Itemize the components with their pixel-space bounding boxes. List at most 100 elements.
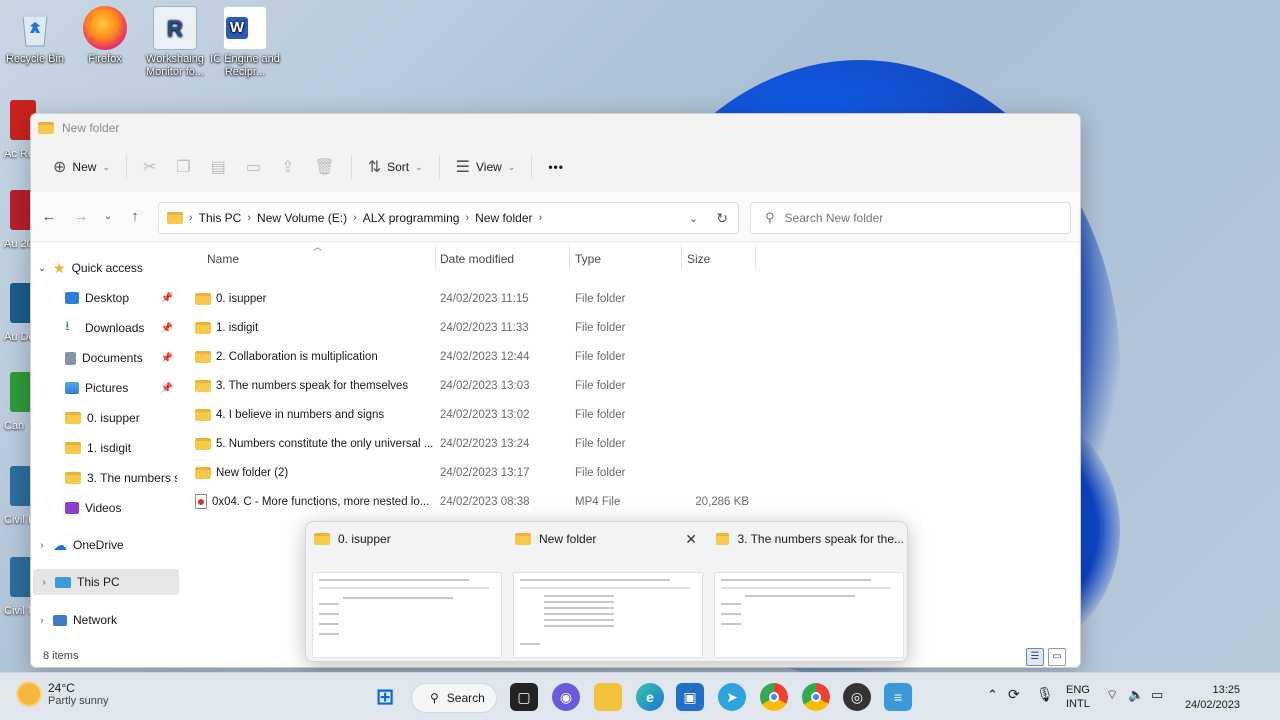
edge-button[interactable]: e: [636, 683, 664, 711]
address-history-chevron-icon[interactable]: ⌄: [689, 212, 698, 225]
show-hidden-icons-button[interactable]: ⌃: [987, 687, 998, 703]
language-switcher[interactable]: ENG INTL: [1066, 683, 1090, 711]
sidebar-item-numbers-speak[interactable]: 3. The numbers sp: [31, 465, 177, 491]
breadcrumb-new-folder[interactable]: New folder: [475, 211, 532, 225]
delete-button[interactable]: 🗑: [304, 151, 344, 183]
view-button[interactable]: ☰ View ⌄: [446, 151, 526, 183]
rename-button[interactable]: ▭: [236, 151, 271, 183]
file-name: 1. isdigit: [216, 321, 259, 334]
thumbnail-isupper[interactable]: 0. isupper: [306, 522, 506, 663]
arrow-left-icon: ←: [41, 208, 57, 225]
column-divider[interactable]: [435, 245, 436, 269]
column-divider[interactable]: [755, 245, 756, 269]
close-icon[interactable]: ✕: [685, 531, 697, 548]
file-row[interactable]: 0x04. C - More functions, more nested lo…: [195, 487, 755, 516]
pin-icon[interactable]: 📌: [161, 383, 173, 394]
address-bar[interactable]: › This PC › New Volume (E:) › ALX progra…: [158, 202, 739, 234]
start-button[interactable]: ⊞: [371, 683, 399, 711]
column-header-name[interactable]: Name: [207, 245, 239, 273]
file-row[interactable]: 2. Collaboration is multiplication 24/02…: [195, 342, 755, 371]
refresh-icon[interactable]: ↻: [716, 210, 728, 227]
sidebar-label: OneDrive: [73, 538, 124, 552]
file-row[interactable]: New folder (2) 24/02/2023 13:17 File fol…: [195, 458, 755, 487]
clock[interactable]: 13:25 24/02/2023: [1180, 683, 1240, 713]
forward-button[interactable]: →: [65, 208, 97, 225]
up-button[interactable]: ↑: [119, 208, 151, 225]
sidebar-item-desktop[interactable]: Desktop 📌: [31, 285, 177, 311]
column-header-size[interactable]: Size: [687, 245, 710, 273]
file-row[interactable]: 0. isupper 24/02/2023 11:15 File folder: [195, 284, 755, 313]
copy-button[interactable]: ❐: [166, 151, 200, 183]
breadcrumb-this-pc[interactable]: This PC: [199, 211, 242, 225]
thumbnail-numbers-speak[interactable]: 3. The numbers speak for the...: [708, 522, 908, 663]
chrome-profile-button[interactable]: [802, 683, 830, 711]
new-button[interactable]: ⊕ New ⌄: [43, 151, 120, 183]
share-button[interactable]: ⇪: [271, 151, 304, 183]
column-divider[interactable]: [681, 245, 682, 269]
chevron-up-icon: ⌃: [987, 687, 998, 702]
pin-icon[interactable]: 📌: [161, 323, 173, 334]
store-button[interactable]: ▣: [676, 683, 704, 711]
file-row[interactable]: 3. The numbers speak for themselves 24/0…: [195, 371, 755, 400]
file-row[interactable]: 4. I believe in numbers and signs 24/02/…: [195, 400, 755, 429]
sidebar-item-network[interactable]: › Network: [31, 607, 177, 633]
file-row[interactable]: 5. Numbers constitute the only universal…: [195, 429, 755, 458]
notepad-button[interactable]: ≡: [884, 683, 912, 711]
column-header-date[interactable]: Date modified: [440, 245, 514, 273]
back-button[interactable]: ←: [33, 208, 65, 225]
sidebar-item-isdigit[interactable]: 1. isdigit: [31, 435, 177, 461]
title-bar[interactable]: New folder: [31, 114, 1080, 142]
details-view-button[interactable]: ☰: [1026, 648, 1044, 666]
sort-button[interactable]: ⇅ Sort ⌄: [358, 151, 433, 183]
pin-icon[interactable]: 📌: [161, 293, 173, 304]
desktop-icon-recycle-bin[interactable]: Recycle Bin: [0, 6, 70, 66]
folder-icon: [195, 466, 211, 479]
recent-locations-button[interactable]: ⌄: [97, 211, 119, 222]
tiles-view-button[interactable]: ▭: [1048, 648, 1066, 666]
sidebar-item-quick-access[interactable]: ⌄ ★ Quick access: [31, 255, 177, 281]
store-icon: ▣: [683, 688, 697, 705]
weather-widget[interactable]: 24°C Partly sunny: [18, 681, 109, 707]
pin-icon[interactable]: 📌: [161, 353, 173, 364]
volume-icon[interactable]: 🔈: [1128, 687, 1144, 703]
desktop-icon-ic-engine[interactable]: W IC Engine and Recipr...: [210, 6, 280, 79]
obs-button[interactable]: ◎: [843, 683, 871, 711]
sidebar-item-this-pc[interactable]: › This PC: [33, 569, 179, 595]
desktop-icon-firefox[interactable]: Firefox: [70, 6, 140, 66]
sidebar-item-pictures[interactable]: Pictures 📌: [31, 375, 177, 401]
clock-time: 13:25: [1212, 684, 1240, 696]
taskbar-thumbnail-popup: 0. isupper New folder ✕ 3. The numbers s…: [305, 521, 908, 662]
sidebar-item-videos[interactable]: Videos: [31, 495, 177, 521]
sidebar-item-documents[interactable]: Documents 📌: [31, 345, 177, 371]
battery-icon[interactable]: ▭: [1151, 687, 1163, 703]
desktop-icon-worksharing[interactable]: R Workshaing Monitor fo...: [140, 6, 210, 79]
column-type-label: Type: [575, 252, 602, 266]
thumbnail-new-folder[interactable]: New folder ✕: [507, 522, 707, 663]
breadcrumb-alx-programming[interactable]: ALX programming: [363, 211, 460, 225]
sidebar-item-isupper[interactable]: 0. isupper: [31, 405, 177, 431]
file-name: 2. Collaboration is multiplication: [216, 350, 378, 363]
task-view-button[interactable]: ▢: [510, 683, 538, 711]
edge-icon: e: [646, 689, 654, 705]
breadcrumb-new-volume[interactable]: New Volume (E:): [257, 211, 347, 225]
sidebar-label: Quick access: [71, 261, 143, 275]
search-box[interactable]: ⚲ Search New folder: [750, 202, 1071, 234]
column-header-type[interactable]: Type: [575, 245, 601, 273]
sync-icon[interactable]: ⟳: [1008, 686, 1020, 703]
column-divider[interactable]: [569, 245, 570, 269]
sidebar-item-downloads[interactable]: ⭳ Downloads 📌: [31, 315, 177, 341]
file-explorer-button[interactable]: [594, 683, 622, 711]
microphone-icon[interactable]: 🎙: [1036, 686, 1054, 703]
wifi-icon[interactable]: ⌔: [1106, 687, 1118, 703]
telegram-button[interactable]: ➤: [718, 683, 746, 711]
chat-button[interactable]: ◉: [552, 683, 580, 711]
language-code: ENG: [1066, 684, 1090, 696]
paste-button[interactable]: ▤: [201, 151, 236, 183]
see-more-button[interactable]: •••: [538, 151, 574, 183]
chrome-button[interactable]: [760, 683, 788, 711]
sidebar-item-onedrive[interactable]: › ☁ OneDrive: [31, 532, 177, 558]
file-row[interactable]: 1. isdigit 24/02/2023 11:33 File folder: [195, 313, 755, 342]
taskbar-search[interactable]: ⚲ Search: [411, 683, 497, 713]
cut-button[interactable]: ✂: [133, 151, 166, 183]
clipboard-icon: ▤: [210, 159, 226, 176]
